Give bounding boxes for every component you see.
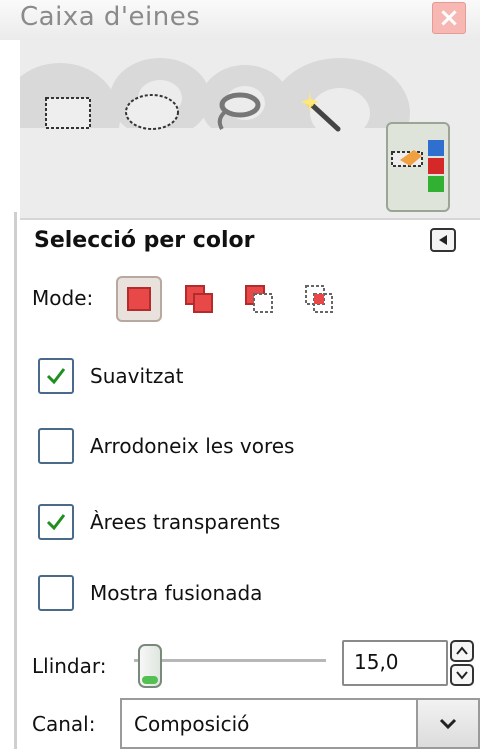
panel-menu-button[interactable] (430, 228, 456, 252)
channel-dropdown-button[interactable] (416, 700, 478, 747)
threshold-slider-track[interactable] (134, 659, 326, 662)
channel-value: Composició (134, 712, 250, 736)
rect-select-icon (45, 97, 91, 129)
tool-ellipse-select[interactable] (120, 80, 184, 144)
mode-subtract-button[interactable] (236, 276, 282, 322)
threshold-increment-button[interactable] (450, 640, 474, 662)
tool-magic-wand[interactable] (290, 80, 354, 144)
mode-label: Mode: (32, 286, 94, 310)
mode-replace-button[interactable] (116, 276, 162, 322)
triangle-left-icon (439, 235, 447, 245)
tool-rect-select[interactable] (36, 80, 100, 144)
tool-select-by-color[interactable] (386, 122, 450, 212)
close-button[interactable]: × (432, 2, 466, 34)
mode-replace-icon (127, 287, 151, 311)
threshold-decrement-button[interactable] (450, 664, 474, 686)
checkmark-icon (46, 368, 66, 385)
window-titlebar: Caixa d'eines × (0, 0, 480, 40)
panel-border (14, 212, 17, 749)
tool-lasso[interactable] (204, 80, 268, 144)
channel-select[interactable]: Composició (120, 698, 480, 749)
mode-add-button[interactable] (176, 276, 222, 322)
checkmark-icon (46, 514, 66, 531)
threshold-label: Llindar: (32, 654, 107, 678)
feather-edges-label: Arrodoneix les vores (90, 434, 295, 458)
select-by-color-icon (391, 140, 444, 192)
close-icon: × (438, 3, 460, 33)
antialias-label: Suavitzat (90, 364, 184, 388)
tool-options-title: Selecció per color (34, 228, 255, 253)
sample-merged-label: Mostra fusionada (90, 581, 263, 605)
feather-edges-checkbox[interactable] (38, 428, 74, 464)
magic-wand-icon (301, 91, 341, 132)
select-transparent-checkbox[interactable] (38, 504, 74, 540)
ellipse-select-icon (125, 94, 179, 130)
sample-merged-checkbox[interactable] (38, 575, 74, 611)
window-title: Caixa d'eines (20, 2, 201, 32)
threshold-slider-handle[interactable] (138, 644, 162, 688)
chevron-down-icon (439, 718, 457, 729)
mode-subtract-icon (245, 285, 273, 313)
select-transparent-label: Àrees transparents (90, 510, 281, 534)
lasso-icon (217, 92, 261, 131)
channel-label: Canal: (32, 712, 96, 736)
mode-add-icon (185, 285, 213, 313)
chevron-up-icon (456, 646, 468, 655)
antialias-checkbox[interactable] (38, 358, 74, 394)
mode-intersect-button[interactable] (296, 276, 342, 322)
threshold-input[interactable]: 15,0 (342, 640, 448, 686)
chevron-down-icon (456, 671, 468, 680)
mode-intersect-icon (305, 285, 333, 313)
